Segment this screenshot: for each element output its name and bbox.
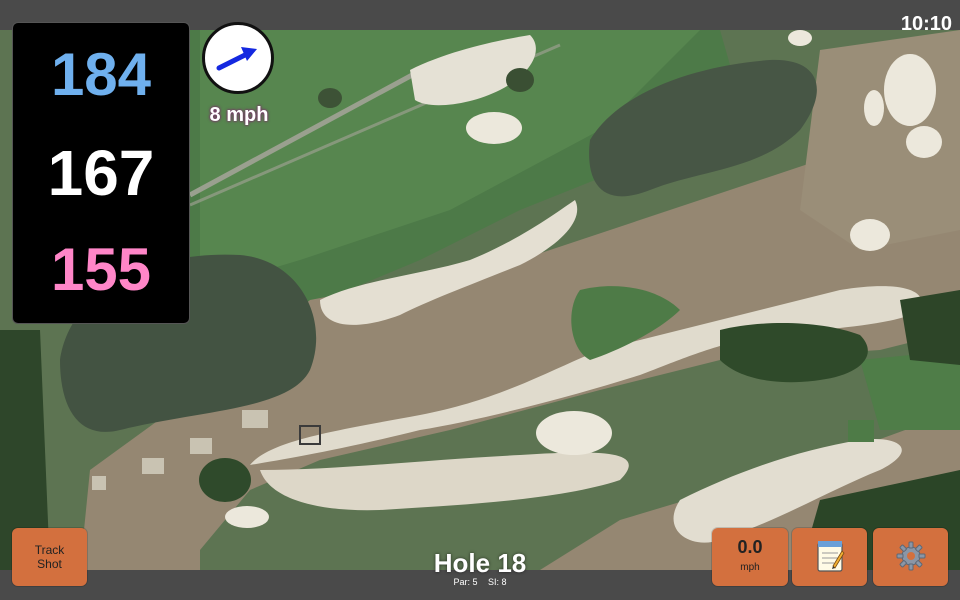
hole-par: Par: 5 xyxy=(453,577,478,587)
notepad-icon xyxy=(816,540,845,572)
distance-front: 155 xyxy=(50,236,152,303)
wind-speed-unit: mph xyxy=(740,562,760,573)
gear-icon xyxy=(896,541,925,570)
track-shot-button[interactable]: Track Shot xyxy=(12,528,87,586)
distance-back: 184 xyxy=(50,41,152,108)
hole-meta: Par: 5 SI: 8 xyxy=(380,576,580,588)
wind-speed-label: 8 mph xyxy=(209,104,269,126)
track-shot-label: Track Shot xyxy=(34,543,65,571)
hole-title: Hole 18 xyxy=(433,548,527,578)
distance-center: 167 xyxy=(47,137,155,209)
hole-stroke-index: SI: 8 xyxy=(488,577,507,587)
wind-speed-value: 0.0 xyxy=(737,537,763,557)
arrow-right-icon xyxy=(216,47,257,71)
distance-panel: 184 167 155 xyxy=(12,22,190,324)
settings-button[interactable] xyxy=(873,528,948,586)
notes-button[interactable] xyxy=(792,528,867,586)
wind-direction-dial xyxy=(202,22,274,94)
wind-speed-button[interactable]: 0.0 mph xyxy=(712,528,788,586)
